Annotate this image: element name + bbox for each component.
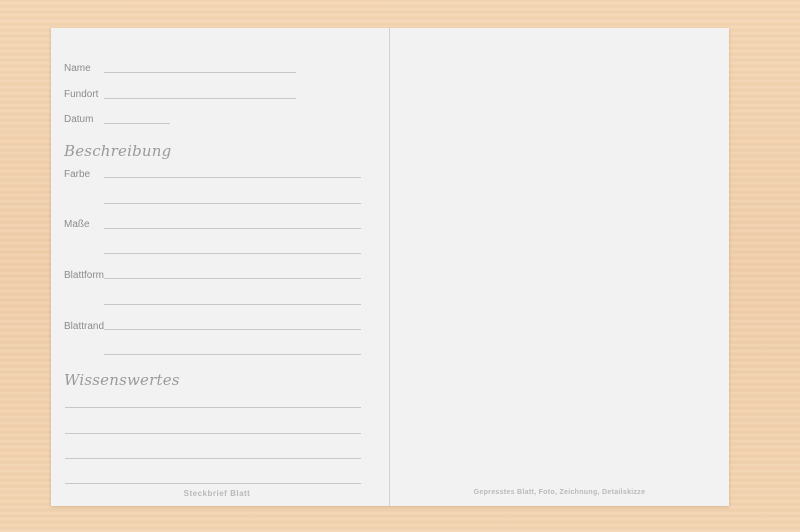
farbe-label: Farbe <box>64 169 91 180</box>
datum-line <box>104 123 170 124</box>
blattrand-line-1 <box>104 329 361 330</box>
blattform-line-2 <box>104 304 361 305</box>
fundort-label: Fundort <box>64 89 99 100</box>
masse-line-1 <box>104 228 361 229</box>
masse-line-2 <box>104 253 361 254</box>
blattrand-label: Blattrand <box>64 321 105 332</box>
wissenswertes-line-1 <box>65 407 361 408</box>
farbe-line-1 <box>104 177 361 178</box>
wissenswertes-line-2 <box>65 433 361 434</box>
worksheet-card: Name Fundort Datum Beschreibung Farbe Ma… <box>51 28 729 506</box>
blattrand-line-2 <box>104 354 361 355</box>
masse-label: Maße <box>64 219 90 230</box>
name-line <box>104 72 296 73</box>
blattform-label: Blattform <box>64 270 105 281</box>
wissenswertes-line-3 <box>65 458 361 459</box>
footer-right-caption: Gepresstes Blatt, Foto, Zeichnung, Detai… <box>473 489 646 496</box>
farbe-line-2 <box>104 203 361 204</box>
wissenswertes-line-4 <box>65 483 361 484</box>
fundort-line <box>104 98 296 99</box>
right-panel: Gepresstes Blatt, Foto, Zeichnung, Detai… <box>390 28 729 506</box>
name-label: Name <box>64 63 91 74</box>
beschreibung-heading: Beschreibung <box>64 142 172 160</box>
blattform-line-1 <box>104 278 361 279</box>
footer-left-caption: Steckbrief Blatt <box>183 489 251 498</box>
wissenswertes-heading: Wissenswertes <box>64 371 180 389</box>
datum-label: Datum <box>64 114 94 125</box>
